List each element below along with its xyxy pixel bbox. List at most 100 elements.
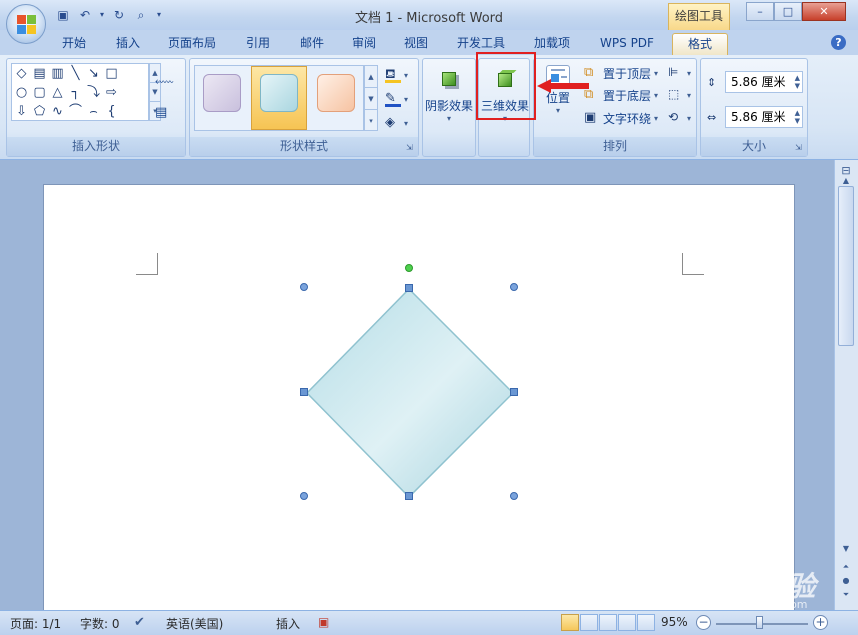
vertical-scrollbar[interactable]: ⊟ ▲ ▼ ⏶ ● ⏷ bbox=[834, 160, 858, 610]
shapes-gallery[interactable]: ◇ ▤ ▥ ╲ ↘ □ ○ ▢ △ ┐ ⤵ ⇨ ⇩ ⬠ ∿ ⌒ ⌢ { bbox=[11, 63, 149, 121]
zoom-out-icon[interactable]: − bbox=[696, 615, 711, 630]
zoom-slider-thumb[interactable] bbox=[756, 616, 763, 629]
arrow-line-shape-icon[interactable]: ↘ bbox=[85, 65, 102, 82]
tab-page-layout[interactable]: 页面布局 bbox=[160, 33, 224, 55]
style-scroll-up-icon[interactable]: ▲ bbox=[365, 66, 377, 88]
outline-view-icon[interactable] bbox=[618, 614, 636, 631]
down-arrow-shape-icon[interactable]: ⇩ bbox=[13, 103, 30, 120]
shape-height-field[interactable]: 5.86 厘米 ▲ ▼ bbox=[725, 71, 803, 93]
tab-insert[interactable]: 插入 bbox=[106, 33, 150, 55]
outline-dropdown-icon: ▾ bbox=[404, 94, 409, 104]
proofing-icon[interactable]: ✔ bbox=[134, 615, 145, 630]
browse-object-icon[interactable]: ● bbox=[838, 576, 854, 585]
resize-handle-top-left[interactable] bbox=[300, 283, 308, 291]
minimize-button[interactable]: – bbox=[746, 2, 774, 21]
zoom-level[interactable]: 95% bbox=[661, 615, 688, 629]
page-count[interactable]: 页面: 1/1 bbox=[10, 615, 61, 632]
rotate-button[interactable]: ⟲ ▾ bbox=[668, 108, 691, 128]
resize-handle-right[interactable] bbox=[510, 388, 518, 396]
word-count[interactable]: 字数: 0 bbox=[80, 615, 120, 632]
tab-format[interactable]: 格式 bbox=[672, 33, 728, 55]
rounded-rect-shape-icon[interactable]: ▢ bbox=[31, 84, 48, 101]
change-shape-button[interactable]: ◈ ▾ bbox=[385, 113, 408, 133]
edit-shape-button[interactable]: ⬳ bbox=[155, 73, 174, 93]
text-wrap-button[interactable]: ▣ 文字环绕 ▾ bbox=[584, 108, 658, 128]
resize-handle-left[interactable] bbox=[300, 388, 308, 396]
resize-handle-top[interactable] bbox=[405, 284, 413, 292]
style-scroll-down-icon[interactable]: ▼ bbox=[365, 88, 377, 110]
align-button[interactable]: ⊫ ▾ bbox=[668, 63, 691, 83]
print-layout-view-icon[interactable] bbox=[561, 614, 579, 631]
curve-shape-icon[interactable]: ⌒ bbox=[67, 103, 84, 120]
macro-record-icon[interactable]: ▣ bbox=[318, 615, 329, 629]
full-screen-view-icon[interactable] bbox=[580, 614, 598, 631]
shape-height-icon: ⇕ bbox=[707, 76, 717, 89]
zoom-in-icon[interactable]: + bbox=[813, 615, 828, 630]
bring-to-front-button[interactable]: ⧉ 置于顶层 ▾ bbox=[584, 63, 658, 83]
shape-width-value: 5.86 厘米 bbox=[731, 110, 786, 124]
style-gallery-scroll[interactable]: ▲ ▼ ▾ bbox=[364, 65, 378, 131]
size-launcher-icon[interactable]: ⇲ bbox=[795, 143, 804, 152]
style-swatch-aqua[interactable] bbox=[260, 74, 298, 112]
group-button[interactable]: ⬚ ▾ bbox=[668, 85, 691, 105]
vertical-textbox-shape-icon[interactable]: ▥ bbox=[49, 65, 66, 82]
group-icon: ⬚ bbox=[668, 87, 680, 101]
brace-shape-icon[interactable]: { bbox=[103, 103, 120, 120]
oval-shape-icon[interactable]: ○ bbox=[13, 84, 30, 101]
right-arrow-shape-icon[interactable]: ⇨ bbox=[103, 84, 120, 101]
insert-mode-indicator[interactable]: 插入 bbox=[276, 615, 300, 632]
shape-width-field[interactable]: 5.86 厘米 ▲ ▼ bbox=[725, 106, 803, 128]
document-page[interactable] bbox=[43, 184, 795, 610]
shape-outline-button[interactable]: ✎ ▾ bbox=[385, 89, 408, 109]
shape-fill-button[interactable]: ⛾ ▾ bbox=[385, 65, 408, 85]
draw-textbox-button[interactable]: ▤ bbox=[155, 103, 171, 123]
arc-shape-icon[interactable]: ⌢ bbox=[85, 103, 102, 120]
previous-page-icon[interactable]: ⏶ bbox=[838, 562, 854, 572]
document-area[interactable] bbox=[0, 160, 834, 610]
position-button[interactable]: 位置 ▾ bbox=[534, 62, 582, 134]
diamond-shape[interactable] bbox=[302, 283, 518, 501]
draft-view-icon[interactable] bbox=[637, 614, 655, 631]
tab-review[interactable]: 审阅 bbox=[342, 33, 386, 55]
scroll-down-arrow-icon[interactable]: ▼ bbox=[838, 544, 854, 553]
next-page-icon[interactable]: ⏷ bbox=[838, 590, 854, 600]
rectangle-shape-icon[interactable]: □ bbox=[103, 65, 120, 82]
shape-styles-launcher-icon[interactable]: ⇲ bbox=[406, 143, 415, 152]
office-button[interactable] bbox=[6, 4, 46, 44]
tab-home[interactable]: 开始 bbox=[52, 33, 96, 55]
send-to-back-button[interactable]: ⧉ 置于底层 ▾ bbox=[584, 85, 658, 105]
shadow-effects-button[interactable]: 阴影效果 ▾ bbox=[423, 62, 475, 134]
tab-wps-pdf[interactable]: WPS PDF bbox=[590, 33, 664, 55]
scroll-up-arrow-icon[interactable]: ▲ bbox=[838, 176, 854, 185]
resize-handle-bottom[interactable] bbox=[405, 492, 413, 500]
shape-style-gallery[interactable] bbox=[194, 65, 364, 131]
textbox-shape-icon[interactable]: ▤ bbox=[31, 65, 48, 82]
freeform-shape-icon[interactable]: ⬠ bbox=[31, 103, 48, 120]
rotation-handle[interactable] bbox=[405, 264, 413, 272]
height-spinner-icon[interactable]: ▲ ▼ bbox=[795, 74, 800, 90]
size-group: ⇕ 5.86 厘米 ▲ ▼ ⇔ 5.86 厘米 ▲ ▼ 大小 ⇲ bbox=[700, 58, 808, 157]
triangle-shape-icon[interactable]: △ bbox=[49, 84, 66, 101]
resize-handle-bottom-left[interactable] bbox=[300, 492, 308, 500]
style-gallery-more-icon[interactable]: ▾ bbox=[365, 110, 377, 132]
width-spinner-icon[interactable]: ▲ ▼ bbox=[795, 109, 800, 125]
office-logo-icon bbox=[17, 15, 37, 35]
style-swatch-lavender[interactable] bbox=[203, 74, 241, 112]
elbow-connector-shape-icon[interactable]: ┐ bbox=[67, 84, 84, 101]
tab-mailings[interactable]: 邮件 bbox=[290, 33, 334, 55]
web-layout-view-icon[interactable] bbox=[599, 614, 617, 631]
close-button[interactable]: ✕ bbox=[802, 2, 846, 21]
scribble-shape-icon[interactable]: ∿ bbox=[49, 103, 66, 120]
tab-view[interactable]: 视图 bbox=[394, 33, 438, 55]
diamond-shape-icon[interactable]: ◇ bbox=[13, 65, 30, 82]
tab-references[interactable]: 引用 bbox=[236, 33, 280, 55]
vertical-scroll-thumb[interactable] bbox=[838, 186, 854, 346]
resize-handle-top-right[interactable] bbox=[510, 283, 518, 291]
language-indicator[interactable]: 英语(美国) bbox=[166, 615, 223, 632]
elbow-arrow-shape-icon[interactable]: ⤵ bbox=[85, 84, 102, 101]
style-swatch-peach[interactable] bbox=[317, 74, 355, 112]
maximize-button[interactable]: □ bbox=[774, 2, 802, 21]
resize-handle-bottom-right[interactable] bbox=[510, 492, 518, 500]
line-shape-icon[interactable]: ╲ bbox=[67, 65, 84, 82]
help-icon[interactable]: ? bbox=[831, 35, 846, 50]
